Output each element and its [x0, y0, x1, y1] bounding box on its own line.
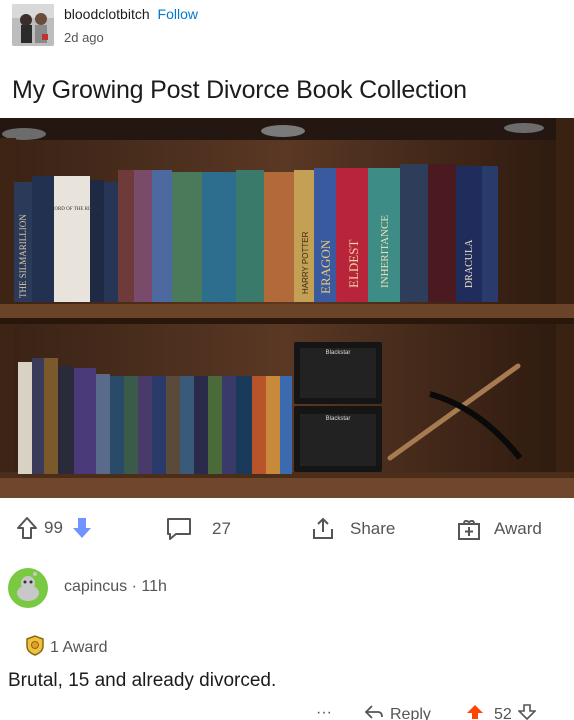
vote-group: 99: [16, 516, 93, 540]
book-spine-text: ELDEST: [346, 240, 361, 288]
meta-separator: ·: [131, 578, 137, 595]
comment-bubble-icon: [164, 516, 194, 542]
award-button[interactable]: Award: [456, 516, 542, 542]
share-button[interactable]: Share: [310, 516, 395, 542]
comment-timestamp: 11h: [141, 578, 167, 595]
follow-button[interactable]: Follow: [158, 6, 198, 22]
post-image[interactable]: THE SILMARILLION THE LORD OF THE RINGS H…: [0, 118, 574, 498]
award-icon: [456, 516, 482, 542]
more-options-button[interactable]: ···: [316, 704, 332, 720]
speaker-brand-text: Blackstar: [326, 416, 351, 422]
book-spine-text: ERAGON: [318, 239, 333, 294]
downvote-arrow-icon[interactable]: [516, 704, 537, 720]
award-badge-icon: [24, 634, 46, 661]
upvote-arrow-icon[interactable]: [16, 516, 38, 540]
book-spine-text: THE LORD OF THE RINGS: [40, 207, 100, 212]
book-spine-text: INHERITANCE: [379, 215, 391, 288]
comment-action-bar: ··· Reply 52: [0, 700, 574, 720]
comment-meta: capincus · 11h: [64, 578, 167, 596]
commenter-avatar[interactable]: [6, 566, 50, 610]
bookshelf-photo: THE SILMARILLION THE LORD OF THE RINGS H…: [0, 118, 574, 498]
book-spine-text: HARRY POTTER: [301, 231, 310, 294]
reply-icon: [364, 704, 384, 720]
reply-label: Reply: [390, 705, 431, 720]
comment-username[interactable]: capincus: [64, 578, 127, 595]
speaker-brand-text: Blackstar: [326, 350, 351, 356]
share-icon: [310, 516, 336, 542]
reply-button[interactable]: Reply: [364, 704, 431, 720]
comment-vote-group: 52: [466, 704, 537, 720]
book-spine-text: THE SILMARILLION: [18, 214, 28, 298]
comment-vote-count: 52: [494, 705, 512, 720]
comment-count: 27: [212, 519, 231, 538]
user-avatar[interactable]: [12, 4, 54, 46]
award-count-text: 1 Award: [50, 638, 108, 656]
downvote-arrow-icon[interactable]: [71, 516, 93, 540]
post-title: My Growing Post Divorce Book Collection: [12, 76, 467, 104]
top-shelf-books: THE SILMARILLION THE LORD OF THE RINGS H…: [14, 164, 498, 302]
upvote-count: 99: [44, 518, 63, 537]
post-username[interactable]: bloodclotbitch: [64, 6, 150, 22]
comment-award-chip: 1 Award: [24, 634, 108, 661]
upvote-arrow-icon[interactable]: [466, 704, 484, 720]
award-label: Award: [494, 519, 542, 538]
book-spine-text: DRACULA: [464, 239, 475, 288]
comment-body: Brutal, 15 and already divorced.: [8, 670, 277, 691]
comments-button[interactable]: 27: [164, 516, 231, 542]
share-label: Share: [350, 519, 396, 538]
post-timestamp: 2d ago: [64, 30, 104, 45]
post-action-bar: 99 27 Share Award: [0, 508, 574, 552]
post-header: bloodclotbitch Follow 2d ago: [8, 4, 568, 48]
